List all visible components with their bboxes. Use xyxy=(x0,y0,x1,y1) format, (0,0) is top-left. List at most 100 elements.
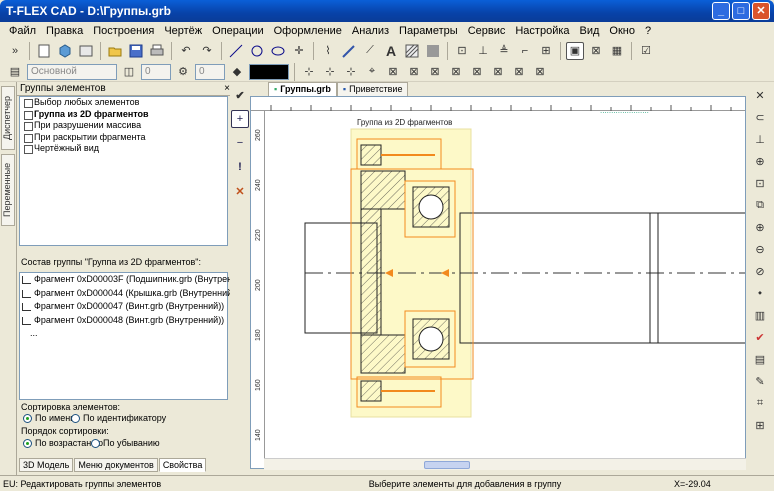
parameters-icon[interactable]: ⊞ xyxy=(537,42,555,60)
zoom-window-icon[interactable]: ⊕ xyxy=(751,152,769,170)
print-icon[interactable] xyxy=(148,42,166,60)
open-icon[interactable] xyxy=(106,42,124,60)
new-3d-icon[interactable] xyxy=(56,42,74,60)
sort-by-id-radio[interactable]: По идентификатору xyxy=(71,413,166,424)
snap9-icon[interactable]: ⊠ xyxy=(468,63,486,81)
snap8-icon[interactable]: ⊠ xyxy=(447,63,465,81)
snap6-icon[interactable]: ⊠ xyxy=(405,63,423,81)
filter-icon[interactable]: ✎ xyxy=(751,372,769,390)
graphic-line-icon[interactable] xyxy=(340,42,358,60)
rough-icon[interactable]: ⊥ xyxy=(474,42,492,60)
snap-icon[interactable]: ⊹ xyxy=(300,63,318,81)
menu-service[interactable]: Сервис xyxy=(463,25,511,37)
tolerance-icon[interactable]: ≜ xyxy=(495,42,513,60)
list-item[interactable]: При раскрытии фрагмента xyxy=(20,132,227,144)
new-doc-icon[interactable] xyxy=(35,42,53,60)
menu-window[interactable]: Окно xyxy=(604,25,640,37)
fit-all-icon[interactable]: ⧉ xyxy=(751,196,769,214)
close-button[interactable]: ✕ xyxy=(752,2,770,20)
chevron-icon[interactable]: » xyxy=(6,42,24,60)
drawing-canvas[interactable]: 260 240 220 200 180 160 140 Группа из 2D… xyxy=(250,96,746,469)
zoom-prev-icon[interactable]: ⊘ xyxy=(751,262,769,280)
label-icon[interactable]: ⌐ xyxy=(516,42,534,60)
menu-help[interactable]: ? xyxy=(640,25,656,37)
outline-icon[interactable]: ⌇ xyxy=(319,42,337,60)
snap10-icon[interactable]: ⊠ xyxy=(489,63,507,81)
zoom-in-icon[interactable]: ⊕ xyxy=(751,218,769,236)
menu-drawing[interactable]: Чертёж xyxy=(159,25,207,37)
remove-element-icon[interactable]: − xyxy=(231,134,249,152)
hatch-icon[interactable] xyxy=(403,42,421,60)
props-icon[interactable]: ⌗ xyxy=(751,394,769,412)
layer-combo[interactable]: Основной xyxy=(27,63,117,80)
menu-file[interactable]: Файл xyxy=(4,25,41,37)
circle-icon[interactable] xyxy=(248,42,266,60)
ok-icon[interactable]: ✔ xyxy=(231,86,249,104)
level-combo[interactable]: 0 xyxy=(141,63,171,80)
horizontal-scrollbar[interactable] xyxy=(264,458,746,470)
line-icon[interactable] xyxy=(227,42,245,60)
close-doc-icon[interactable]: ✕ xyxy=(751,86,769,104)
snap4-icon[interactable]: ⌖ xyxy=(363,63,381,81)
text-icon[interactable]: A xyxy=(382,42,400,60)
pin-icon[interactable]: ⊥ xyxy=(751,130,769,148)
priority-combo[interactable]: 0 xyxy=(195,63,225,80)
pages-icon[interactable]: ▥ xyxy=(751,306,769,324)
check-icon[interactable]: ☑ xyxy=(637,42,655,60)
menu-operations[interactable]: Операции xyxy=(207,25,268,37)
snap7-icon[interactable]: ⊠ xyxy=(426,63,444,81)
calc-icon[interactable]: ▦ xyxy=(608,42,626,60)
list-item[interactable]: Фрагмент 0xD00003F (Подшипник.grb (Внутр… xyxy=(20,273,253,287)
sort-by-name-radio[interactable]: По имени xyxy=(23,413,75,424)
layers-icon[interactable]: ▤ xyxy=(751,350,769,368)
maximize-button[interactable]: □ xyxy=(732,2,750,20)
tab-properties[interactable]: Свойства xyxy=(158,458,207,472)
snap5-icon[interactable]: ⊠ xyxy=(384,63,402,81)
grid-icon[interactable]: ⊞ xyxy=(751,416,769,434)
view-icon[interactable]: ⊠ xyxy=(587,42,605,60)
tab-doc-menu[interactable]: Меню документов xyxy=(74,458,158,472)
tab-groups-doc[interactable]: ▪ Группы.grb xyxy=(268,82,337,96)
order-desc-radio[interactable]: По убыванию xyxy=(91,438,160,449)
menu-settings[interactable]: Настройка xyxy=(510,25,574,37)
document-icon[interactable] xyxy=(77,42,95,60)
snap12-icon[interactable]: ⊠ xyxy=(531,63,549,81)
fragment-icon[interactable]: ⊡ xyxy=(453,42,471,60)
info-icon[interactable]: ! xyxy=(231,158,249,176)
list-item-more[interactable]: ... xyxy=(20,327,227,341)
list-item[interactable]: Выбор любых элементов xyxy=(20,97,227,109)
pan-icon[interactable]: ⬩ xyxy=(751,284,769,302)
tab-welcome[interactable]: ▪ Приветствие xyxy=(336,82,409,96)
fill-icon[interactable] xyxy=(424,42,442,60)
snap2-icon[interactable]: ⊹ xyxy=(321,63,339,81)
minimize-button[interactable]: _ xyxy=(712,2,730,20)
menu-parameters[interactable]: Параметры xyxy=(394,25,463,37)
snap3-icon[interactable]: ⊹ xyxy=(342,63,360,81)
list-item-selected[interactable]: Группа из 2D фрагментов xyxy=(20,109,227,121)
list-item[interactable]: Фрагмент 0xD000048 (Винт.grb (Внутренний… xyxy=(20,314,227,328)
menu-analysis[interactable]: Анализ xyxy=(347,25,394,37)
snap11-icon[interactable]: ⊠ xyxy=(510,63,528,81)
menu-edit[interactable]: Правка xyxy=(41,25,88,37)
redo-icon[interactable]: ↷ xyxy=(198,42,216,60)
cancel-icon[interactable]: ✕ xyxy=(231,182,249,200)
tab-variables[interactable]: Переменные xyxy=(1,154,15,226)
add-element-icon[interactable]: + xyxy=(231,110,249,128)
tab-dispatcher[interactable]: Диспетчер xyxy=(1,86,15,150)
list-item[interactable]: Фрагмент 0xD000047 (Винт.grb (Внутренний… xyxy=(20,300,227,314)
select-icon[interactable]: ✔ xyxy=(751,328,769,346)
save-icon[interactable] xyxy=(127,42,145,60)
menu-format[interactable]: Оформление xyxy=(269,25,347,37)
dimension-icon[interactable]: ⟋ xyxy=(361,42,379,60)
zoom-out-icon[interactable]: ⊖ xyxy=(751,240,769,258)
scroll-thumb[interactable] xyxy=(424,461,470,469)
menu-view[interactable]: Вид xyxy=(575,25,605,37)
list-item[interactable]: Чертёжный вид xyxy=(20,143,227,155)
list-item[interactable]: При разрушении массива xyxy=(20,120,227,132)
node-icon[interactable]: ✛ xyxy=(290,42,308,60)
spline-icon[interactable] xyxy=(269,42,287,60)
magnet-icon[interactable]: ⊂ xyxy=(751,108,769,126)
menu-construct[interactable]: Построения xyxy=(88,25,159,37)
tab-3d-model[interactable]: 3D Модель xyxy=(19,458,74,472)
undo-icon[interactable]: ↶ xyxy=(177,42,195,60)
